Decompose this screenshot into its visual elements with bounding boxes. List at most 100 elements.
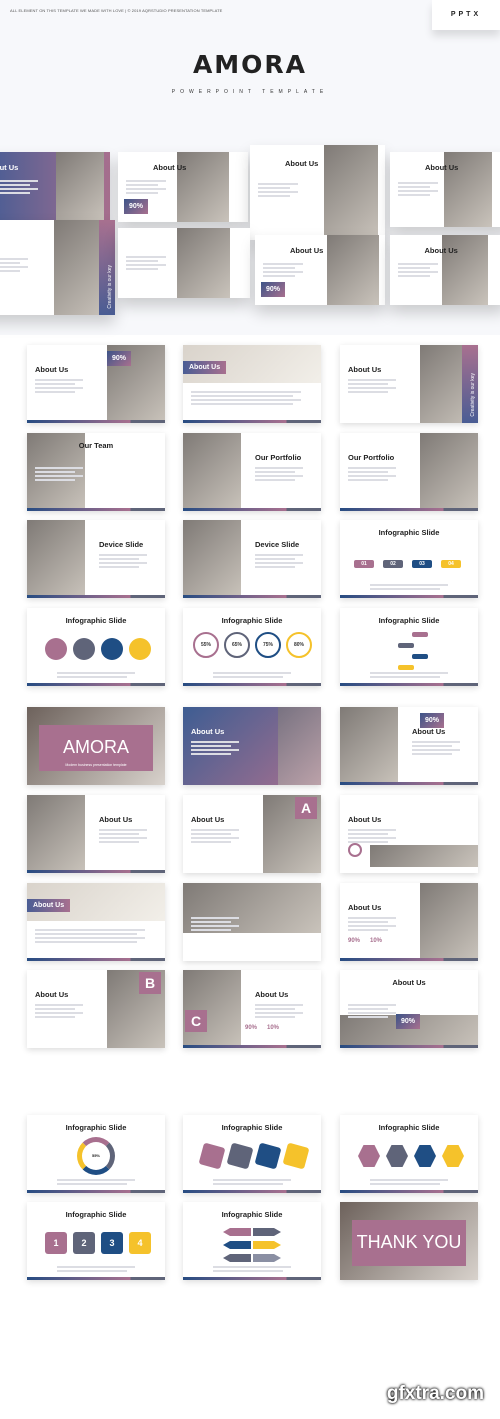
slide-thumbnail[interactable]: About Us 90% <box>340 970 478 1048</box>
slide-thumbnail[interactable]: About Us B <box>27 970 165 1048</box>
text-line <box>412 741 460 743</box>
slide-thumbnail[interactable]: About Us <box>27 795 165 873</box>
text-line <box>255 1016 295 1018</box>
bottom-bar <box>27 1277 165 1280</box>
slide-title: About Us <box>99 815 133 824</box>
text-line <box>99 554 147 556</box>
side-text: Creativity is our key <box>107 265 113 309</box>
slide-title: About Us <box>348 903 382 912</box>
slide-title: About Us <box>348 815 382 824</box>
text-line <box>370 676 440 678</box>
text-line <box>348 467 396 469</box>
slide-title: About Us <box>285 159 319 169</box>
slide-title: About Us <box>290 245 324 255</box>
slide-photo <box>326 235 379 305</box>
slide-title: Infographic Slide <box>65 616 127 625</box>
text-line <box>99 841 139 843</box>
slide-thumbnail[interactable]: Our Portfolio <box>340 433 478 511</box>
text-line <box>126 256 166 258</box>
hero-slide: About Us <box>390 235 500 305</box>
infographic-shape: 75% <box>255 632 281 658</box>
text-line <box>255 467 303 469</box>
cover-title: AMORA <box>62 737 129 758</box>
slide-thumbnail[interactable]: Infographic Slide 55% 65% 75% 80% <box>183 608 321 686</box>
text-line <box>126 264 166 266</box>
slide-thumbnail[interactable]: Infographic Slide <box>340 608 478 686</box>
slide-thumbnail[interactable]: Infographic Slide <box>183 1115 321 1193</box>
slide-thumbnail[interactable]: About Us <box>183 345 321 423</box>
text-line <box>398 267 430 269</box>
arrow-shape <box>223 1241 251 1249</box>
slide-thumbnail[interactable]: Infographic Slide 01 02 03 04 <box>340 520 478 598</box>
text-line <box>35 387 83 389</box>
text-line <box>99 837 147 839</box>
bottom-bar <box>183 683 321 686</box>
text-line <box>398 194 430 196</box>
text-line <box>258 191 298 193</box>
text-line <box>126 192 158 194</box>
slide-thumbnail[interactable]: About Us 90% <box>27 345 165 423</box>
bottom-bar <box>27 420 165 423</box>
text-line <box>0 258 28 260</box>
slide-thumbnail[interactable]: Device Slide <box>27 520 165 598</box>
text-line <box>35 1004 83 1006</box>
text-line <box>412 749 460 751</box>
bottom-bar <box>183 1277 321 1280</box>
slide-thumbnail[interactable]: About Us Creativity is our key <box>340 345 478 423</box>
text-line <box>35 379 83 381</box>
slide-thumbnail[interactable]: Infographic Slide <box>340 1115 478 1193</box>
timeline-tag <box>398 643 414 648</box>
slide-photo <box>56 152 104 222</box>
infographic-shape <box>226 1142 254 1170</box>
text-line <box>258 195 290 197</box>
text-line <box>370 1183 440 1185</box>
timeline-tag <box>412 632 428 637</box>
arrow-shape <box>253 1228 281 1236</box>
slide-photo <box>420 433 478 511</box>
text-line <box>255 1008 295 1010</box>
slide-thumbnail[interactable]: About Us <box>183 707 321 785</box>
slide-thumbnail[interactable]: About Us 90% 10% <box>340 883 478 961</box>
slide-thumbnail[interactable]: About Us <box>27 883 165 961</box>
arrow-shape <box>223 1254 251 1262</box>
text-line <box>398 275 430 277</box>
cover-title: THANK YOU <box>356 1232 462 1253</box>
slide-thumbnail[interactable]: Our Portfolio <box>183 433 321 511</box>
slide-thumbnail[interactable] <box>183 883 321 961</box>
text-line <box>255 471 295 473</box>
bottom-bar <box>340 683 478 686</box>
slide-title: Infographic Slide <box>65 1123 127 1132</box>
slide-thumbnail[interactable]: Infographic Slide <box>27 608 165 686</box>
slide-thumbnail[interactable]: Infographic Slide 55% <box>27 1115 165 1193</box>
slide-thumbnail[interactable]: Our Team <box>27 433 165 511</box>
text-line <box>35 1016 75 1018</box>
slide-thumbnail[interactable]: About Us <box>340 795 478 873</box>
text-line <box>348 925 396 927</box>
percent-badge: 90% <box>420 713 445 728</box>
slide-title: About Us <box>191 815 225 824</box>
text-line <box>0 262 20 264</box>
text-line <box>35 467 83 469</box>
slide-thumbnail[interactable]: About Us A <box>183 795 321 873</box>
slide-thumbnail[interactable]: THANK YOU <box>340 1202 478 1280</box>
slide-thumbnail[interactable]: AMORA Modern business presentation templa… <box>27 707 165 785</box>
text-line <box>398 182 438 184</box>
text-line <box>0 184 30 186</box>
slide-title: out Us <box>0 162 19 172</box>
text-line <box>255 1012 303 1014</box>
text-line <box>348 833 388 835</box>
text-line <box>263 271 303 273</box>
text-line <box>126 188 166 190</box>
slide-thumbnail[interactable]: Infographic Slide <box>183 1202 321 1280</box>
text-line <box>348 921 388 923</box>
text-line <box>370 584 448 586</box>
slide-thumbnail[interactable]: About Us 90% 10% C <box>183 970 321 1048</box>
text-line <box>348 1004 396 1006</box>
slide-thumbnail[interactable]: Infographic Slide 1 2 3 4 <box>27 1202 165 1280</box>
slide-thumbnail[interactable]: About Us 90% <box>340 707 478 785</box>
text-line <box>348 837 396 839</box>
text-line <box>213 1183 283 1185</box>
slide-thumbnail[interactable]: Device Slide <box>183 520 321 598</box>
infographic-shape <box>101 638 123 660</box>
tagline: POWERPOINT TEMPLATE <box>171 89 329 95</box>
